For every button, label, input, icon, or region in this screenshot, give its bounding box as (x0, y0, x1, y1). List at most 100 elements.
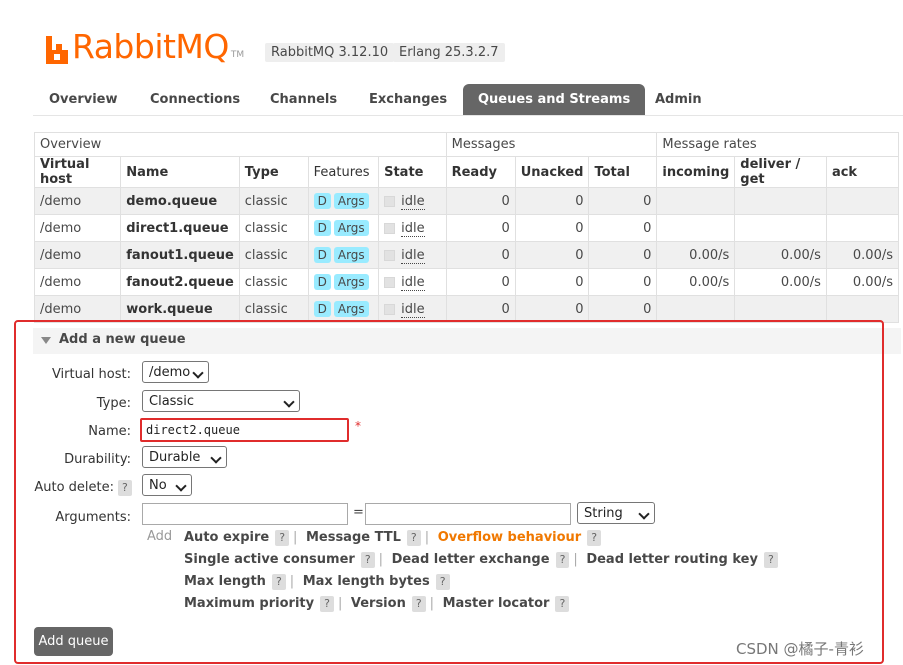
cell-vhost: /demo (33, 214, 122, 242)
table-row: /demo fanout1.queue classic D Args idle 0… (33, 241, 900, 269)
header-deliver[interactable]: deliver / get (734, 156, 827, 188)
cell-unacked: 0 (514, 187, 590, 215)
opt-message-ttl[interactable]: Message TTL (306, 530, 401, 545)
cell-deliver: 0.00/s (734, 268, 827, 296)
opt-dead-letter-exchange[interactable]: Dead letter exchange (392, 552, 550, 567)
feature-args-badge: Args (333, 247, 369, 263)
opt-max-length-bytes[interactable]: Max length bytes (303, 574, 430, 589)
tab-queues[interactable]: Queues and Streams (463, 84, 646, 115)
tab-exchanges[interactable]: Exchanges (369, 84, 447, 115)
autodelete-help-icon[interactable]: ? (118, 480, 132, 496)
feature-durable-badge: D (313, 301, 331, 317)
help-icon[interactable]: ? (320, 596, 334, 612)
equals-sign: = (353, 505, 364, 520)
add-queue-button[interactable]: Add queue (34, 627, 113, 656)
help-icon[interactable]: ? (271, 574, 286, 590)
table-row: /demo direct1.queue classic D Args idle 0… (33, 214, 900, 242)
opt-version[interactable]: Version (351, 596, 406, 611)
queue-name-link[interactable]: direct1.queue (126, 221, 228, 236)
chevron-down-icon (192, 367, 204, 379)
group-overview: Overview (34, 132, 447, 157)
state-icon (384, 222, 396, 234)
header-ack[interactable]: ack (825, 156, 900, 188)
queue-name-link[interactable]: fanout2.queue (126, 275, 234, 290)
help-icon[interactable]: ? (360, 552, 375, 568)
opt-single-active-consumer[interactable]: Single active consumer (184, 552, 355, 567)
cell-ack: 0.00/s (825, 268, 900, 296)
cell-unacked: 0 (514, 295, 590, 323)
cell-type: classic (238, 295, 309, 323)
help-icon[interactable]: ? (411, 596, 426, 612)
cell-incoming (656, 295, 736, 323)
header-total[interactable]: Total (588, 156, 658, 188)
header-incoming[interactable]: incoming (656, 156, 736, 188)
queue-name-link[interactable]: demo.queue (126, 194, 217, 209)
header-features: Features (307, 156, 380, 188)
cell-total: 0 (588, 241, 658, 269)
queue-name-link[interactable]: work.queue (126, 302, 212, 317)
durability-select[interactable]: Durable (142, 446, 227, 468)
main-nav: Overview Connections Channels Exchanges … (33, 84, 903, 116)
argument-value-input[interactable] (365, 503, 571, 525)
opt-master-locator[interactable]: Master locator (443, 596, 550, 611)
cell-state: idle (401, 274, 425, 291)
cell-vhost: /demo (33, 241, 122, 269)
vhost-select[interactable]: /demo (142, 361, 209, 383)
header-name[interactable]: Name (120, 156, 240, 188)
cell-deliver (734, 187, 827, 215)
help-icon[interactable]: ? (435, 574, 450, 590)
autodelete-select[interactable]: No (142, 474, 192, 496)
opt-overflow-behaviour[interactable]: Overflow behaviour (438, 530, 582, 545)
help-icon[interactable]: ? (406, 530, 421, 546)
cell-incoming: 0.00/s (656, 241, 736, 269)
group-messages: Messages (445, 132, 658, 157)
argument-type-select[interactable]: String (577, 502, 655, 524)
opt-maximum-priority[interactable]: Maximum priority (184, 596, 314, 611)
tab-admin[interactable]: Admin (655, 84, 702, 115)
cell-state: idle (401, 301, 425, 318)
cell-ack (825, 214, 900, 242)
table-row: /demo fanout2.queue classic D Args idle 0… (33, 268, 900, 296)
cell-ready: 0 (445, 187, 516, 215)
logo-text: RabbitMQ (72, 27, 229, 66)
header-vhost[interactable]: Virtual host (33, 156, 122, 188)
cell-ack (825, 187, 900, 215)
opt-auto-expire[interactable]: Auto expire (184, 530, 269, 545)
opt-dead-letter-routing-key[interactable]: Dead letter routing key (586, 552, 758, 567)
header-unacked[interactable]: Unacked (514, 156, 590, 188)
header-state[interactable]: State (378, 156, 447, 188)
cell-ack: 0.00/s (825, 241, 900, 269)
cell-total: 0 (588, 268, 658, 296)
cell-ready: 0 (445, 214, 516, 242)
options-row-2: Single active consumer? | Dead letter exc… (184, 552, 778, 568)
feature-durable-badge: D (313, 193, 331, 209)
feature-durable-badge: D (313, 274, 331, 290)
opt-max-length[interactable]: Max length (184, 574, 266, 589)
vhost-label: Virtual host: (51, 367, 131, 382)
tab-connections[interactable]: Connections (150, 84, 240, 115)
tab-channels[interactable]: Channels (270, 84, 337, 115)
help-icon[interactable]: ? (763, 552, 778, 568)
help-icon[interactable]: ? (555, 596, 570, 612)
version-badge: RabbitMQ 3.12.10 (265, 43, 395, 62)
help-icon[interactable]: ? (555, 552, 570, 568)
cell-total: 0 (588, 295, 658, 323)
header-type[interactable]: Type (238, 156, 309, 188)
durability-label: Durability: (64, 452, 131, 467)
cell-state: idle (401, 247, 425, 264)
erlang-badge: Erlang 25.3.2.7 (393, 43, 505, 62)
state-icon (384, 276, 396, 288)
options-row-4: Maximum priority? | Version? | Master loca… (184, 596, 570, 612)
header-ready[interactable]: Ready (445, 156, 516, 188)
cell-incoming: 0.00/s (656, 268, 736, 296)
name-input[interactable]: direct2.queue (140, 418, 349, 442)
queue-name-link[interactable]: fanout1.queue (126, 248, 234, 263)
state-icon (384, 195, 396, 207)
tab-overview[interactable]: Overview (49, 84, 118, 115)
chevron-down-icon (283, 396, 295, 408)
rabbit-icon (46, 36, 68, 64)
argument-key-input[interactable] (142, 503, 348, 525)
help-icon[interactable]: ? (587, 530, 602, 546)
help-icon[interactable]: ? (275, 530, 290, 546)
type-select[interactable]: Classic (142, 390, 300, 412)
